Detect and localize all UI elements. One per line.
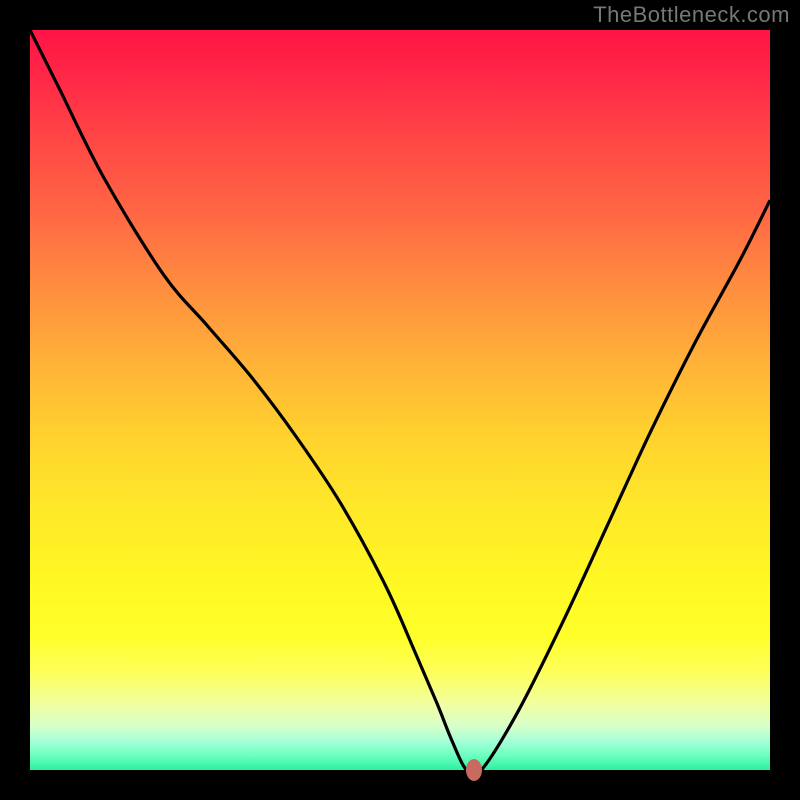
watermark-label: TheBottleneck.com (593, 2, 790, 28)
optimal-point-marker (466, 759, 482, 781)
chart-plot-area (30, 30, 770, 770)
chart-container: TheBottleneck.com (0, 0, 800, 800)
bottleneck-curve-path (30, 30, 770, 770)
bottleneck-curve-svg (30, 30, 770, 770)
